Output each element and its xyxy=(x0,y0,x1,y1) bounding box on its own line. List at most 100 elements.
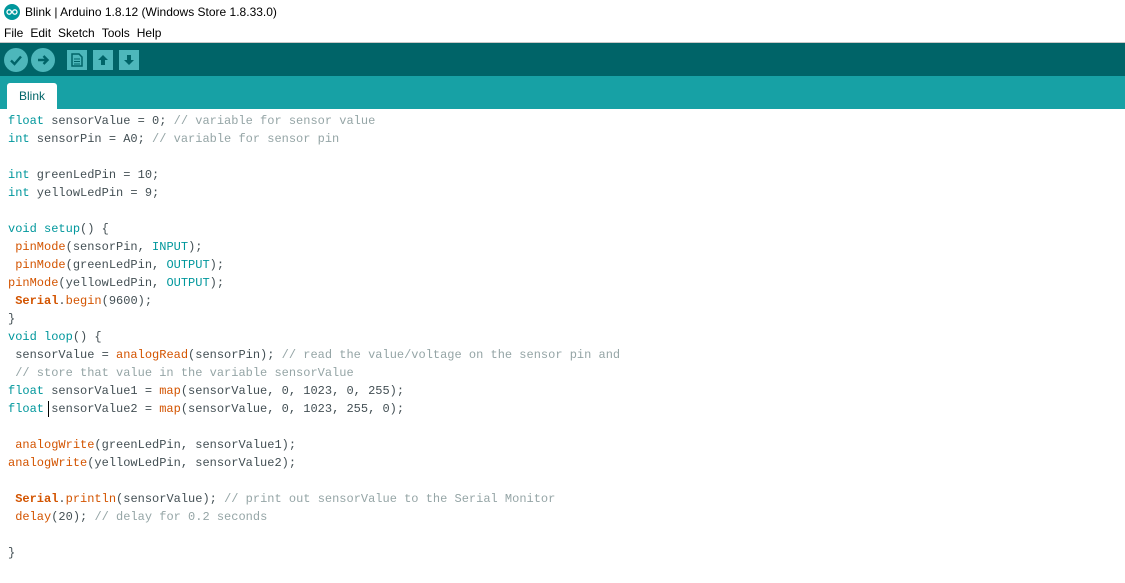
code-token: () { xyxy=(72,330,102,344)
code-token: void xyxy=(8,330,37,344)
code-line: } xyxy=(8,310,15,328)
code-line: float sensorValue1 = map(sensorValue, 0,… xyxy=(8,382,404,400)
code-token: (sensorValue, 0, 1023, 0, 255); xyxy=(180,384,405,398)
open-sketch-button[interactable] xyxy=(93,49,113,70)
code-token: (greenLedPin, sensorValue1); xyxy=(94,438,297,452)
new-sketch-icon xyxy=(71,52,83,67)
code-token: float xyxy=(8,114,45,128)
code-token: sensorPin = A0; xyxy=(29,132,153,146)
code-line: int greenLedPin = 10; xyxy=(8,166,159,184)
code-token: // variable for sensor value xyxy=(173,114,376,128)
code-token: OUTPUT xyxy=(166,276,210,290)
code-line: void loop() { xyxy=(8,328,102,346)
code-token: // print out sensorValue to the Serial M… xyxy=(224,492,556,506)
arduino-logo-icon xyxy=(4,4,20,20)
code-token: Serial xyxy=(15,492,59,506)
code-token: . xyxy=(58,294,66,308)
window-title: Blink | Arduino 1.8.12 (Windows Store 1.… xyxy=(25,5,277,19)
menu-edit[interactable]: Edit xyxy=(30,26,51,40)
code-token: int xyxy=(8,168,30,182)
code-token: Serial xyxy=(15,294,59,308)
code-line: float sensorValue2 = map(sensorValue, 0,… xyxy=(8,400,404,418)
code-token: float xyxy=(8,402,45,416)
code-line: analogWrite(greenLedPin, sensorValue1); xyxy=(8,436,296,454)
code-line: Serial.println(sensorValue); // print ou… xyxy=(8,490,555,508)
code-token: analogRead xyxy=(116,348,189,362)
code-token: // store that value in the variable sens… xyxy=(15,366,354,380)
code-token: sensorValue2 = xyxy=(44,402,160,416)
code-token: (9600); xyxy=(101,294,153,308)
code-token: greenLedPin = 10; xyxy=(29,168,160,182)
verify-button[interactable] xyxy=(4,47,28,72)
code-token: ); xyxy=(209,276,225,290)
code-token: pinMode xyxy=(15,258,66,272)
toolbar xyxy=(0,43,1125,76)
code-token: setup xyxy=(44,222,81,236)
code-token: ); xyxy=(188,240,203,254)
code-token: analogWrite xyxy=(8,456,88,470)
code-token: // delay for 0.2 seconds xyxy=(94,510,268,524)
code-token: (sensorPin, xyxy=(65,240,153,254)
code-token: int xyxy=(8,186,30,200)
code-line: int yellowLedPin = 9; xyxy=(8,184,159,202)
code-token: void xyxy=(8,222,37,236)
code-token: int xyxy=(8,132,30,146)
code-token: ); xyxy=(209,258,225,272)
code-line: float sensorValue = 0; // variable for s… xyxy=(8,112,375,130)
code-token: (yellowLedPin, sensorValue2); xyxy=(87,456,297,470)
code-token: } xyxy=(8,546,16,560)
code-token: INPUT xyxy=(152,240,189,254)
menu-tools[interactable]: Tools xyxy=(102,26,130,40)
code-line: analogWrite(yellowLedPin, sensorValue2); xyxy=(8,454,296,472)
menu-sketch[interactable]: Sketch xyxy=(58,26,95,40)
code-token: } xyxy=(8,312,16,326)
code-token: pinMode xyxy=(8,276,59,290)
code-token: sensorValue1 = xyxy=(44,384,160,398)
tab-blink[interactable]: Blink xyxy=(7,83,57,109)
code-line: // store that value in the variable sens… xyxy=(8,364,354,382)
verify-checkmark-icon xyxy=(10,55,22,66)
code-token: sensorValue = 0; xyxy=(44,114,174,128)
code-line: pinMode(yellowLedPin, OUTPUT); xyxy=(8,274,224,292)
code-token: . xyxy=(58,492,66,506)
menu-help[interactable]: Help xyxy=(137,26,162,40)
upload-arrow-icon xyxy=(38,54,50,65)
code-token: // read the value/voltage on the sensor … xyxy=(281,348,621,362)
code-line: Serial.begin(9600); xyxy=(8,292,152,310)
code-token: (greenLedPin, xyxy=(65,258,167,272)
tab-bar: Blink xyxy=(0,76,1125,109)
code-token: yellowLedPin = 9; xyxy=(29,186,160,200)
code-line: pinMode(sensorPin, INPUT); xyxy=(8,238,202,256)
save-sketch-button[interactable] xyxy=(119,49,139,70)
open-sketch-icon xyxy=(98,54,108,65)
code-token: (sensorValue, 0, 1023, 255, 0); xyxy=(180,402,405,416)
upload-button[interactable] xyxy=(31,47,55,72)
title-bar: Blink | Arduino 1.8.12 (Windows Store 1.… xyxy=(0,0,1125,24)
code-token: () { xyxy=(80,222,109,236)
code-token: (sensorPin); xyxy=(188,348,282,362)
code-line: sensorValue = analogRead(sensorPin); // … xyxy=(8,346,620,364)
code-token: sensorValue = xyxy=(8,348,117,362)
code-token: (20); xyxy=(51,510,95,524)
code-token: loop xyxy=(44,330,73,344)
code-editor[interactable]: float sensorValue = 0; // variable for s… xyxy=(0,110,1125,583)
save-sketch-icon xyxy=(124,54,134,65)
code-token: // variable for sensor pin xyxy=(152,132,340,146)
new-sketch-button[interactable] xyxy=(67,49,87,70)
code-token: analogWrite xyxy=(15,438,95,452)
code-line: delay(20); // delay for 0.2 seconds xyxy=(8,508,267,526)
code-line: pinMode(greenLedPin, OUTPUT); xyxy=(8,256,224,274)
code-token: (sensorValue); xyxy=(116,492,225,506)
code-line: void setup() { xyxy=(8,220,109,238)
code-token: map xyxy=(159,402,181,416)
menu-file[interactable]: File xyxy=(4,26,23,40)
code-line: int sensorPin = A0; // variable for sens… xyxy=(8,130,339,148)
code-token: (yellowLedPin, xyxy=(58,276,167,290)
code-token: OUTPUT xyxy=(166,258,210,272)
text-cursor xyxy=(48,401,49,417)
code-line: } xyxy=(8,544,15,562)
code-token: begin xyxy=(65,294,102,308)
code-token: delay xyxy=(15,510,52,524)
